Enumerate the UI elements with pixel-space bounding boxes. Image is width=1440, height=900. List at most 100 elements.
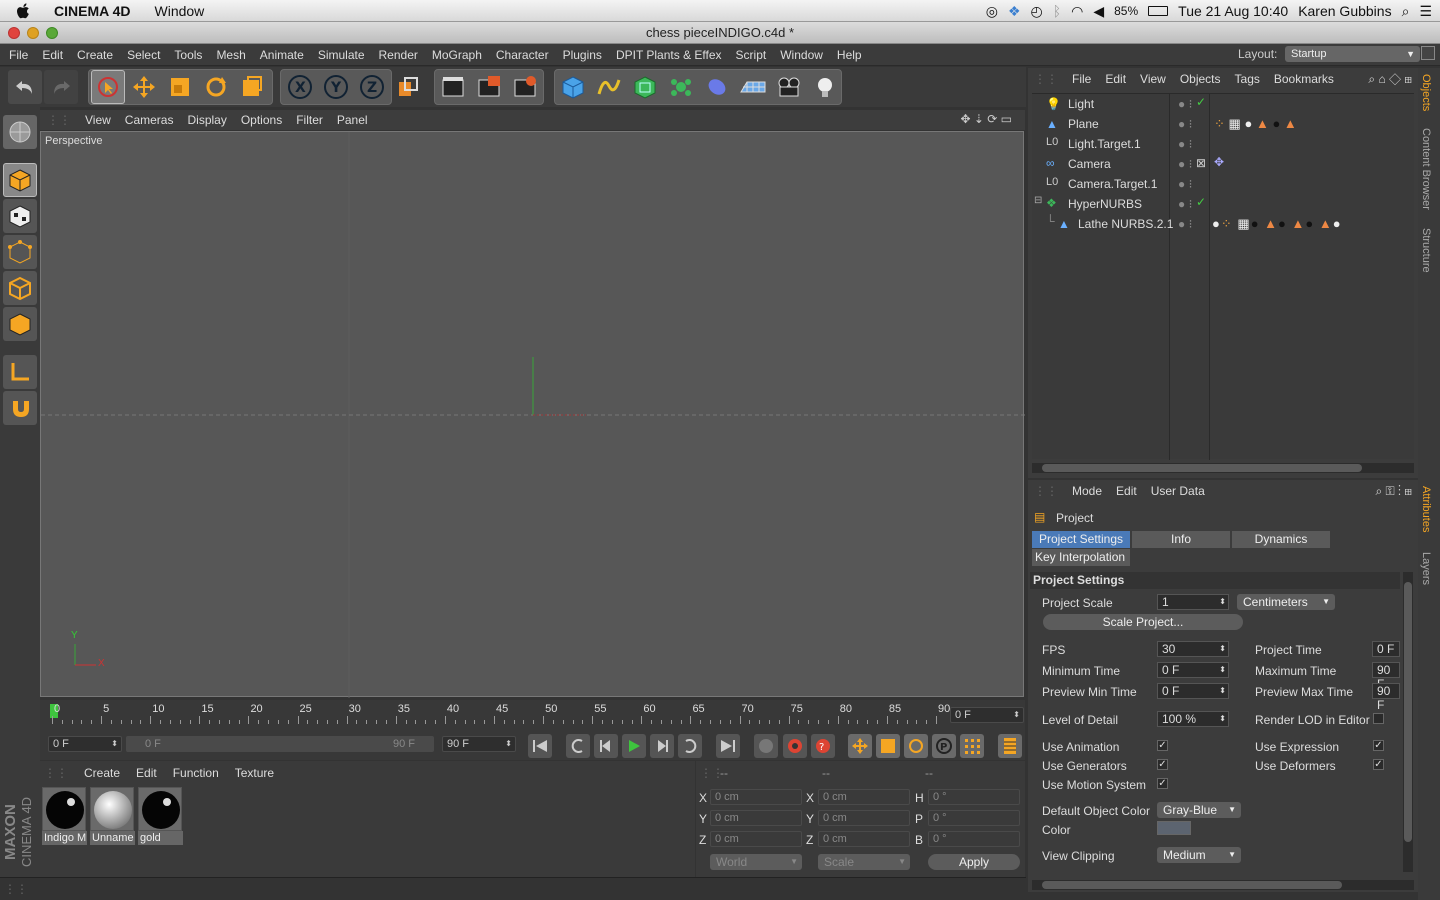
record-active-objects-button[interactable]: [783, 734, 807, 758]
viewport-menu-options[interactable]: Options: [234, 113, 289, 127]
rotate-button[interactable]: [199, 70, 233, 104]
live-selection-button[interactable]: [91, 70, 125, 104]
volume-icon[interactable]: ◀: [1093, 3, 1104, 20]
visibility-dots[interactable]: ● ⁝: [1178, 217, 1192, 231]
menu-animate[interactable]: Animate: [253, 48, 311, 62]
snap-button[interactable]: [3, 391, 37, 425]
app-menu[interactable]: CINEMA 4D: [54, 3, 131, 19]
size-y-field[interactable]: 0 cm: [818, 810, 910, 826]
menu-tools[interactable]: Tools: [167, 48, 209, 62]
use-expression-checkbox[interactable]: ✓: [1373, 740, 1384, 751]
deformer-button[interactable]: [700, 70, 734, 104]
attribute-hscrollbar[interactable]: [1032, 880, 1414, 890]
material-swatch[interactable]: Indigo M: [42, 787, 88, 847]
menu-select[interactable]: Select: [120, 48, 167, 62]
viewport-menu-display[interactable]: Display: [180, 113, 233, 127]
goto-next-key-button[interactable]: [678, 734, 702, 758]
visibility-dots[interactable]: ● ⁝: [1178, 117, 1192, 131]
render-picture-viewer-button[interactable]: [472, 70, 506, 104]
end-frame-field[interactable]: 90 F ⬍: [442, 736, 516, 752]
use-motion-checkbox[interactable]: ✓: [1157, 778, 1168, 789]
cube-object-button[interactable]: [556, 70, 590, 104]
timeline-window-button[interactable]: [998, 734, 1022, 758]
object-menu-tags[interactable]: Tags: [1235, 72, 1260, 86]
window-menu[interactable]: Window: [155, 3, 205, 19]
tag-icons[interactable]: ●⁘ ▦● ▲● ▲● ▲●: [1212, 216, 1342, 232]
use-deformers-checkbox[interactable]: ✓: [1373, 759, 1384, 770]
lod-field[interactable]: 100 % ⬍: [1157, 711, 1229, 727]
key-pla-button[interactable]: [960, 734, 984, 758]
project-scale-field[interactable]: 1 ⬍: [1157, 594, 1229, 610]
visibility-dots[interactable]: ● ⁝: [1178, 177, 1192, 191]
tag-icons[interactable]: ⁘ ▦ ● ▲ ● ▲: [1214, 116, 1297, 132]
menu-edit[interactable]: Edit: [35, 48, 70, 62]
coord-system-select[interactable]: World ▼: [710, 854, 802, 870]
default-color-select[interactable]: Gray-Blue ▼: [1157, 802, 1241, 818]
side-tab-objects[interactable]: Objects: [1420, 74, 1432, 111]
battery-icon[interactable]: [1148, 6, 1169, 16]
object-menu-view[interactable]: View: [1140, 72, 1166, 86]
zoom-window-button[interactable]: [46, 27, 58, 39]
motion-record-button[interactable]: [754, 734, 778, 758]
start-frame-field[interactable]: 0 F ⬍: [48, 736, 122, 752]
size-z-field[interactable]: 0 cm: [818, 831, 910, 847]
material-swatch[interactable]: gold: [138, 787, 184, 847]
position-x-field[interactable]: 0 cm: [710, 789, 802, 805]
size-mode-select[interactable]: Scale ▼: [818, 854, 910, 870]
menu-create[interactable]: Create: [70, 48, 120, 62]
layout-select[interactable]: Startup ▼: [1285, 46, 1420, 62]
attribute-nav-icons[interactable]: ⌕ ⚿ ⁝ ⊞: [1376, 484, 1413, 499]
floor-object-button[interactable]: [736, 70, 770, 104]
viewport-menu-view[interactable]: View: [78, 113, 118, 127]
timeline-ruler[interactable]: 0 5 10 15 20 25 30 35 40 45 50 55 60 65 70 75 80 85 90 0 F…: [40, 700, 1025, 730]
object-search-icons[interactable]: ⌕ ⌂ ◇ ⊞: [1368, 72, 1412, 87]
min-time-field[interactable]: 0 F ⬍: [1157, 662, 1229, 678]
viewport-menu-cameras[interactable]: Cameras: [118, 113, 181, 127]
y-axis-lock-button[interactable]: Y: [319, 70, 353, 104]
polygons-mode-button[interactable]: [3, 307, 37, 341]
goto-end-button[interactable]: [716, 734, 740, 758]
range-slider[interactable]: 0 F 90 F: [126, 736, 434, 752]
render-view-button[interactable]: [436, 70, 470, 104]
dropbox-icon[interactable]: ❖: [1008, 3, 1021, 20]
viewport-nav-icons[interactable]: ✥ ⇣ ⟳ ▭: [953, 112, 1019, 126]
viewport-menu-filter[interactable]: Filter: [289, 113, 330, 127]
close-window-button[interactable]: [8, 27, 20, 39]
material-menu-texture[interactable]: Texture: [235, 766, 274, 780]
camera-object-button[interactable]: [772, 70, 806, 104]
object-row-hypernurbs[interactable]: ⊟ ❖ HyperNURBS ● ⁝ ✓: [1032, 194, 1422, 214]
menu-window[interactable]: Window: [773, 48, 830, 62]
object-scrollbar[interactable]: [1032, 463, 1414, 473]
tab-dynamics[interactable]: Dynamics: [1232, 531, 1330, 548]
menu-file[interactable]: File: [0, 48, 35, 62]
expand-toggle-icon[interactable]: ⊟: [1034, 195, 1042, 206]
rotation-h-field[interactable]: 0 °: [928, 789, 1020, 805]
rotation-b-field[interactable]: 0 °: [928, 831, 1020, 847]
texture-mode-button[interactable]: [3, 199, 37, 233]
visibility-dots[interactable]: ● ⁝: [1178, 137, 1192, 151]
clock[interactable]: Tue 21 Aug 10:40: [1178, 3, 1288, 19]
units-select[interactable]: Centimeters ▼: [1237, 594, 1335, 610]
menu-dpit[interactable]: DPIT Plants & Effex: [609, 48, 729, 62]
key-parameter-button[interactable]: P: [932, 734, 956, 758]
visibility-dots[interactable]: ● ⁝: [1178, 97, 1192, 111]
move-button[interactable]: [127, 70, 161, 104]
points-mode-button[interactable]: [3, 235, 37, 269]
next-frame-button[interactable]: [650, 734, 674, 758]
menu-mograph[interactable]: MoGraph: [425, 48, 489, 62]
use-model-mode-button[interactable]: [3, 115, 37, 149]
attribute-hscroll-thumb[interactable]: [1042, 881, 1342, 889]
object-menu-file[interactable]: File: [1072, 72, 1091, 86]
render-lod-checkbox[interactable]: [1373, 713, 1384, 724]
target-tag-icon[interactable]: ✥: [1214, 155, 1224, 169]
wifi-icon[interactable]: ◠: [1071, 3, 1083, 20]
minimize-window-button[interactable]: [27, 27, 39, 39]
tab-project-settings[interactable]: Project Settings: [1032, 531, 1130, 548]
position-y-field[interactable]: 0 cm: [710, 810, 802, 826]
scale-project-button[interactable]: Scale Project...: [1043, 614, 1243, 630]
menu-help[interactable]: Help: [830, 48, 869, 62]
object-menu-edit[interactable]: Edit: [1105, 72, 1126, 86]
object-row-light-target[interactable]: L0 Light.Target.1 ● ⁝: [1032, 134, 1422, 154]
side-tab-layers[interactable]: Layers: [1420, 552, 1432, 585]
attribute-vscrollbar[interactable]: [1403, 572, 1413, 872]
